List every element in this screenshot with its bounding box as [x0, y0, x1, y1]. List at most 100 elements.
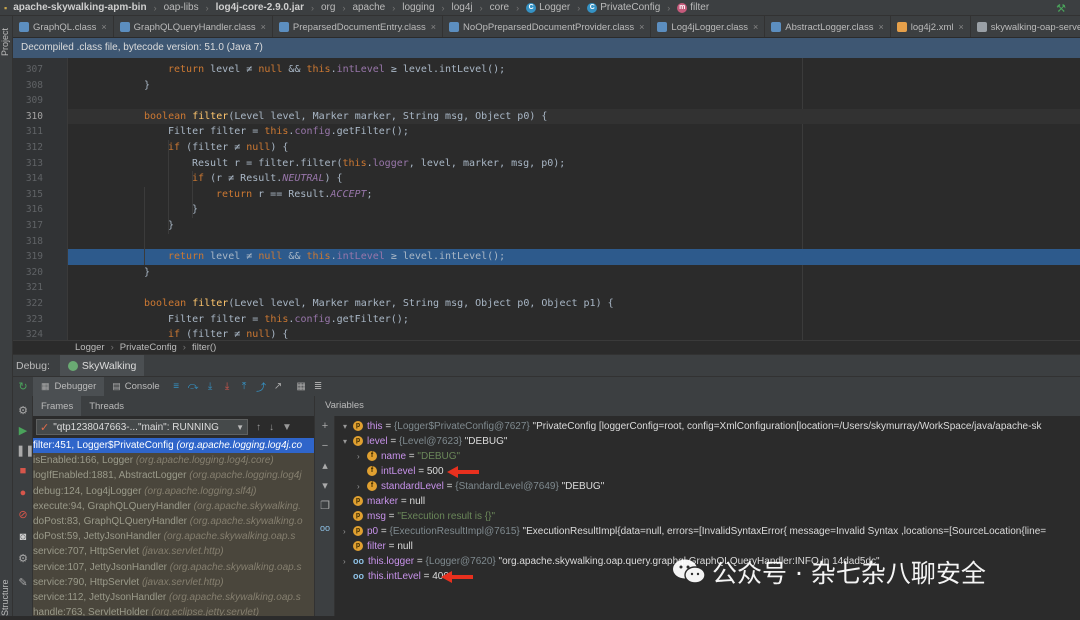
step-out-icon[interactable]: ⤒: [238, 380, 251, 393]
thread-selector[interactable]: ✓ "qtp1238047663-..."main": RUNNING ▼: [36, 419, 248, 435]
arrow-up-icon[interactable]: ↑: [256, 422, 261, 433]
pin-icon[interactable]: ✎: [16, 576, 30, 590]
project-tool-tab[interactable]: Project: [0, 22, 13, 62]
variable-row[interactable]: ▾ p level = {Level@7623} "DEBUG": [343, 434, 507, 449]
stack-frame[interactable]: service:112, JettyJsonHandler (org.apach…: [33, 590, 314, 606]
breadcrumb-item[interactable]: log4j-core-2.9.0.jar: [214, 2, 306, 13]
breadcrumb-item[interactable]: PrivateConfig: [120, 342, 177, 353]
collapsed-arrow-icon[interactable]: ›: [343, 554, 353, 569]
expanded-arrow-icon[interactable]: ▾: [343, 434, 353, 449]
settings-icon[interactable]: ⚙: [16, 404, 30, 418]
editor-tab[interactable]: GraphQL.class ×: [13, 16, 114, 37]
editor-tab[interactable]: skywalking-oap-server.log×: [971, 16, 1080, 37]
arrow-down-icon[interactable]: ↓: [269, 422, 274, 433]
variable-row[interactable]: › f name = "DEBUG": [357, 449, 460, 464]
tab-frames[interactable]: Frames: [33, 396, 82, 416]
variable-row[interactable]: p marker = null: [343, 494, 425, 509]
collapsed-arrow-icon[interactable]: ›: [357, 449, 367, 464]
stack-frame[interactable]: logIfEnabled:1881, AbstractLogger (org.a…: [33, 468, 314, 484]
close-icon[interactable]: ×: [431, 22, 436, 32]
editor-tab[interactable]: PreparsedDocumentEntry.class ×: [273, 16, 444, 37]
stack-frame[interactable]: service:790, HttpServlet (javax.servlet.…: [33, 574, 314, 590]
variable-row[interactable]: ▾ p this = {Logger$PrivateConfig@7627} "Pr…: [343, 419, 1041, 434]
code-line[interactable]: boolean filter(Level level, Marker marke…: [144, 109, 547, 125]
stop-icon[interactable]: ■: [16, 464, 30, 478]
breadcrumb-item[interactable]: apache: [350, 2, 387, 13]
close-icon[interactable]: ×: [959, 22, 964, 32]
show-execution-point-icon[interactable]: ≡: [170, 380, 183, 393]
code-editor[interactable]: 307 308 309 310 311 312 313 314 315 316 317 318 319 3…: [13, 58, 1080, 340]
stack-frame[interactable]: filter:451, Logger$PrivateConfig (org.ap…: [33, 438, 314, 454]
view-breakpoints-icon[interactable]: ●: [16, 486, 30, 500]
stack-frame[interactable]: isEnabled:166, Logger (org.apache.loggin…: [33, 453, 314, 469]
close-icon[interactable]: ×: [753, 22, 758, 32]
close-icon[interactable]: ×: [101, 22, 106, 32]
expanded-arrow-icon[interactable]: ▾: [343, 419, 353, 434]
code-line[interactable]: Filter filter = this.config.getFilter();: [168, 124, 409, 140]
structure-tool-tab[interactable]: Structure: [0, 576, 13, 620]
variable-row[interactable]: › p p0 = {ExecutionResultImpl@7615} "Execu…: [343, 524, 1046, 539]
trace-icon[interactable]: ≣: [312, 380, 325, 393]
variable-row[interactable]: f intLevel = 500: [357, 464, 444, 479]
camera-icon[interactable]: ◙: [16, 530, 30, 544]
resume-icon[interactable]: ▶: [16, 424, 30, 438]
breadcrumb-item[interactable]: org: [319, 2, 337, 13]
session-tab[interactable]: SkyWalking: [59, 354, 145, 377]
breadcrumb-item[interactable]: core: [488, 2, 511, 13]
variable-row[interactable]: oo this.intLevel = 400: [343, 569, 449, 584]
code-line[interactable]: return r == Result.ACCEPT;: [216, 187, 373, 203]
breadcrumb-item[interactable]: C PrivateConfig: [585, 2, 662, 13]
editor-tab[interactable]: log4j2.xml ×: [891, 16, 971, 37]
tab-console[interactable]: ▤ Console: [104, 377, 167, 397]
code-line[interactable]: return level ≠ null && this.intLevel ≥ l…: [168, 62, 505, 78]
add-watch-icon[interactable]: +: [319, 420, 331, 432]
code-line[interactable]: if (r ≠ Result.NEUTRAL) {: [192, 171, 343, 187]
code-line[interactable]: if (filter ≠ null) {: [168, 327, 288, 340]
variable-row[interactable]: p msg = "Execution result is {}": [343, 509, 495, 524]
stack-frame[interactable]: handle:763, ServletHolder (org.eclipse.j…: [33, 605, 314, 616]
code-line[interactable]: Filter filter = this.config.getFilter();: [168, 312, 409, 328]
code-line[interactable]: Result r = filter.filter(this.logger, le…: [192, 156, 565, 172]
force-step-into-icon[interactable]: ⤓: [221, 380, 234, 393]
variable-row[interactable]: p filter = null: [343, 539, 413, 554]
tab-debugger[interactable]: ▦ Debugger: [33, 376, 105, 397]
editor-tab[interactable]: NoOpPreparsedDocumentProvider.class ×: [443, 16, 652, 37]
editor-tab[interactable]: Log4jLogger.class ×: [651, 16, 766, 37]
breadcrumb-item[interactable]: log4j: [450, 2, 475, 13]
editor-tab[interactable]: AbstractLogger.class ×: [765, 16, 891, 37]
move-down-icon[interactable]: ▾: [319, 480, 331, 492]
code-line[interactable]: }: [144, 265, 150, 281]
stack-frame[interactable]: doPost:83, GraphQLQueryHandler (org.apac…: [33, 514, 314, 530]
collapsed-arrow-icon[interactable]: ›: [343, 524, 353, 539]
variable-row[interactable]: › f standardLevel = {StandardLevel@7649} "…: [357, 479, 604, 494]
step-into-icon[interactable]: ⤓: [204, 380, 217, 393]
move-up-icon[interactable]: ▴: [319, 460, 331, 472]
stack-frame[interactable]: service:707, HttpServlet (javax.servlet.…: [33, 544, 314, 560]
show-watches-icon[interactable]: oo: [319, 522, 331, 534]
stack-frame[interactable]: service:107, JettyJsonHandler (org.apach…: [33, 559, 314, 575]
breadcrumb-item[interactable]: C Logger: [524, 2, 572, 13]
close-icon[interactable]: ×: [261, 22, 266, 32]
build-hammer-icon[interactable]: ⚒: [1056, 2, 1066, 15]
close-icon[interactable]: ×: [878, 22, 883, 32]
code-line[interactable]: return level ≠ null && this.intLevel ≥ l…: [168, 249, 505, 265]
pause-icon[interactable]: ❚❚: [16, 444, 34, 458]
stack-frame[interactable]: debug:124, Log4jLogger (org.apache.loggi…: [33, 483, 314, 499]
breadcrumb-item[interactable]: m filter: [675, 2, 711, 13]
collapsed-arrow-icon[interactable]: ›: [357, 479, 367, 494]
stack-frame[interactable]: doPost:59, JettyJsonHandler (org.apache.…: [33, 529, 314, 545]
run-to-cursor-icon[interactable]: ↗: [272, 380, 285, 393]
step-over-icon[interactable]: ⤼: [187, 380, 200, 393]
breadcrumb-item[interactable]: oap-libs: [162, 2, 201, 13]
code-line[interactable]: if (filter ≠ null) {: [168, 140, 288, 156]
filter-icon[interactable]: ▼: [282, 422, 292, 433]
remove-watch-icon[interactable]: −: [319, 440, 331, 452]
tab-threads[interactable]: Threads: [81, 396, 132, 416]
settings-gear-icon[interactable]: ⚙: [16, 552, 30, 566]
editor-tab[interactable]: GraphQLQueryHandler.class ×: [114, 16, 273, 37]
drop-frame-icon[interactable]: ⤴: [255, 380, 268, 394]
mute-breakpoints-icon[interactable]: ⊘: [16, 508, 30, 522]
breadcrumb-item[interactable]: filter(): [192, 342, 216, 353]
breadcrumb-item[interactable]: Logger: [75, 342, 105, 353]
evaluate-expression-icon[interactable]: ▦: [295, 380, 308, 393]
